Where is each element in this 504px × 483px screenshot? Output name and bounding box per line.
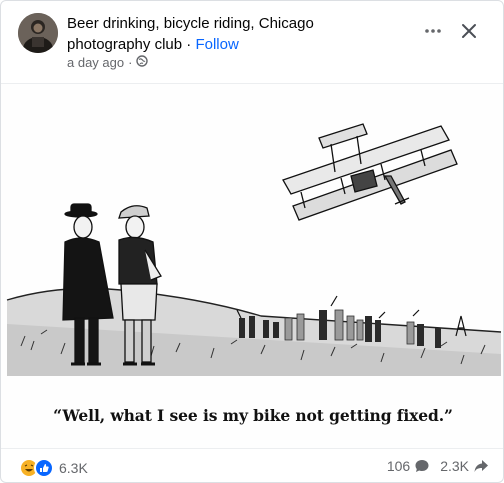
more-options-button[interactable] <box>419 19 447 43</box>
comments-stat[interactable]: 106 <box>387 458 430 474</box>
post-title: Beer drinking, bicycle riding, Chicago p… <box>67 13 397 55</box>
reaction-count: 6.3K <box>59 460 88 476</box>
post-image[interactable] <box>1 83 503 449</box>
avatar-photo <box>18 13 58 53</box>
post-header: Beer drinking, bicycle riding, Chicago p… <box>1 1 503 83</box>
cartoon-caption: “Well, what I see is my bike not getting… <box>53 406 453 425</box>
title-separator: · <box>182 36 196 53</box>
post-meta: a day ago · <box>67 55 149 71</box>
follow-link[interactable]: Follow <box>195 36 238 53</box>
close-icon <box>462 24 476 38</box>
share-count: 2.3K <box>440 458 469 474</box>
ellipsis-icon <box>425 29 441 33</box>
globe-icon[interactable] <box>136 55 149 71</box>
timestamp[interactable]: a day ago <box>67 55 124 71</box>
close-button[interactable] <box>455 17 483 45</box>
share-icon <box>474 460 488 472</box>
meta-separator: · <box>128 55 133 70</box>
post-footer: 6.3K 106 2.3K <box>1 450 503 482</box>
reactions-summary[interactable]: 6.3K <box>19 458 88 478</box>
cartoon-illustration <box>6 123 502 376</box>
group-avatar[interactable] <box>18 13 58 53</box>
shares-stat[interactable]: 2.3K <box>440 458 489 474</box>
like-icon <box>34 458 54 478</box>
post-card: Beer drinking, bicycle riding, Chicago p… <box>0 0 504 483</box>
comment-icon <box>415 460 429 472</box>
comment-count: 106 <box>386 458 411 474</box>
engagement-stats: 106 2.3K <box>387 458 489 474</box>
